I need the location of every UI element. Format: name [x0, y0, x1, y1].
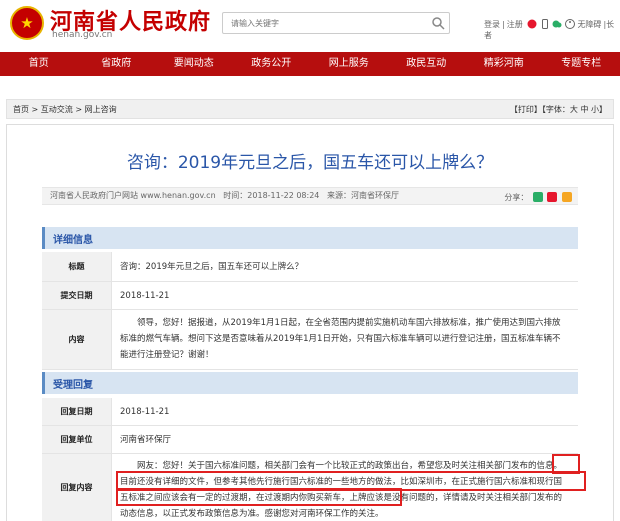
main-nav: 首页 省政府 要闻动态 政务公开 网上服务 政民互动 精彩河南 专题专栏 — [0, 52, 620, 76]
national-emblem-icon[interactable] — [10, 6, 44, 40]
detail-section-title: 详细信息 — [53, 235, 93, 246]
register-link[interactable]: 注册 — [507, 20, 523, 29]
nav-home[interactable]: 首页 — [0, 52, 78, 76]
search-box — [222, 12, 450, 34]
breadcrumb: 首页 > 互动交流 > 网上咨询 — [13, 105, 117, 114]
font-medium-button[interactable]: 中 — [580, 105, 588, 114]
detail-content-row: 内容 领导，您好！据报道，从2019年1月1日起，在全省范围内提前实施机动车国六… — [42, 310, 578, 370]
highlight-box-3 — [116, 488, 402, 506]
accessibility-link[interactable]: 无障碍 — [577, 20, 601, 29]
detail-content-value: 领导，您好！据报道，从2019年1月1日起，在全省范围内提前实施机动车国六排放标… — [120, 318, 561, 360]
breadcrumb-bar: 首页 > 互动交流 > 网上咨询 【打印】【字体：大 中 小】 — [6, 99, 614, 119]
reply-section-title: 受理回复 — [53, 380, 93, 391]
search-icon[interactable] — [431, 16, 445, 30]
detail-date-label: 提交日期 — [42, 282, 112, 309]
detail-date-value: 2018-11-21 — [120, 291, 170, 301]
reply-content-label: 回复内容 — [42, 454, 112, 521]
share-bar: 分享： — [504, 190, 572, 206]
breadcrumb-home[interactable]: 首页 — [13, 105, 29, 114]
meta-origin: 来源：河南省环保厅 — [327, 191, 400, 200]
share-qzone-icon[interactable] — [562, 192, 572, 202]
share-label: 分享： — [504, 193, 529, 202]
reply-date-label: 回复日期 — [42, 398, 112, 425]
reply-unit-row: 回复单位 河南省环保厅 — [42, 426, 578, 454]
font-small-button[interactable]: 小 — [591, 105, 599, 114]
reply-unit-value: 河南省环保厅 — [120, 435, 172, 445]
site-url: henan.gov.cn — [52, 30, 113, 40]
reply-date-row: 回复日期 2018-11-21 — [42, 398, 578, 426]
nav-open-affairs[interactable]: 政务公开 — [233, 52, 311, 76]
detail-title-value: 咨询：2019年元旦之后，国五车还可以上牌么？ — [120, 262, 304, 272]
detail-section-header: 详细信息 — [42, 227, 578, 249]
meta-source: 河南省人民政府门户网站 www.henan.gov.cn — [50, 191, 216, 200]
nav-henan[interactable]: 精彩河南 — [465, 52, 543, 76]
mobile-icon[interactable] — [540, 19, 550, 29]
detail-date-row: 提交日期 2018-11-21 — [42, 282, 578, 310]
reply-section-header: 受理回复 — [42, 372, 578, 394]
detail-content-label: 内容 — [42, 310, 112, 369]
print-button[interactable]: 【打印】 — [510, 105, 542, 114]
page-title: 咨询：2019年元旦之后，国五车还可以上牌么？ — [126, 153, 494, 173]
article-meta: 河南省人民政府门户网站 www.henan.gov.cn 时间：2018-11-… — [42, 187, 578, 205]
detail-title-row: 标题 咨询：2019年元旦之后，国五车还可以上牌么？ — [42, 252, 578, 282]
wechat-icon[interactable] — [552, 19, 562, 29]
font-large-button[interactable]: 大 — [570, 105, 578, 114]
search-input[interactable] — [223, 13, 413, 33]
nav-government[interactable]: 省政府 — [78, 52, 156, 76]
nav-online-service[interactable]: 网上服务 — [310, 52, 388, 76]
share-wechat-icon[interactable] — [532, 192, 543, 202]
share-weibo-icon[interactable] — [547, 192, 558, 202]
reply-unit-label: 回复单位 — [42, 426, 112, 453]
nav-interaction[interactable]: 政民互动 — [388, 52, 466, 76]
site-header: 河南省人民政府 henan.gov.cn 登录|注册 无障碍|长者 — [0, 0, 620, 52]
breadcrumb-interaction[interactable]: 互动交流 — [41, 105, 73, 114]
page-tools: 【打印】【字体：大 中 小】 — [509, 105, 607, 114]
weibo-icon[interactable] — [527, 19, 537, 29]
nav-news[interactable]: 要闻动态 — [155, 52, 233, 76]
nav-topics[interactable]: 专题专栏 — [543, 52, 620, 76]
top-links: 登录 | 注册 无障碍 |长者 — [484, 19, 615, 40]
meta-time: 时间：2018-11-22 08:24 — [223, 191, 320, 200]
accessibility-icon[interactable] — [564, 19, 575, 29]
breadcrumb-consult[interactable]: 网上咨询 — [85, 105, 117, 114]
detail-title-label: 标题 — [42, 252, 112, 281]
login-link[interactable]: 登录 — [484, 20, 500, 29]
reply-date-value: 2018-11-21 — [120, 407, 170, 417]
